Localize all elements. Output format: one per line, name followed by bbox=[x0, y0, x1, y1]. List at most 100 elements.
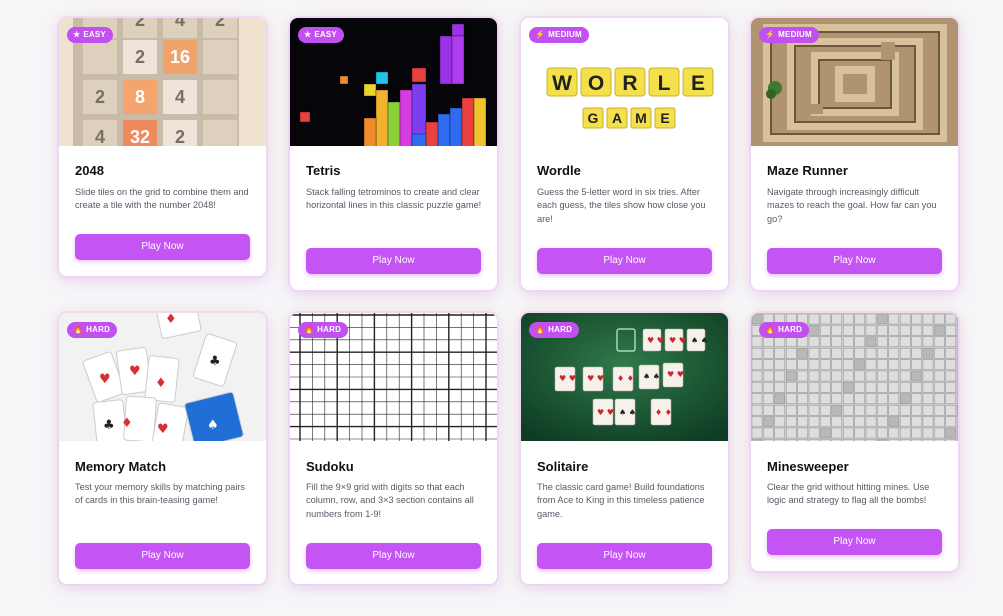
tile-letter: E bbox=[691, 72, 705, 95]
difficulty-badge: 🔥 HARD bbox=[529, 322, 580, 338]
lightning-icon: ⚡ bbox=[535, 30, 546, 39]
play-now-button[interactable]: Play Now bbox=[767, 248, 942, 274]
game-card-solitaire[interactable]: ♥ ♥ ♥ ♥ ♥ ♥ ♥ ♥ ♦ ♦ ♥ ♥ ♦ ♦ ♥ ♥ ♠ ♠ ♠ ♠ ♠ ♠ 🔥 H… bbox=[521, 313, 728, 584]
tile-letter: A bbox=[612, 110, 622, 126]
difficulty-label: HARD bbox=[317, 325, 342, 334]
game-description: Guess the 5-letter word in six tries. Af… bbox=[537, 187, 706, 224]
svg-text:♦: ♦ bbox=[121, 416, 133, 431]
game-thumbnail: ♥ ♥ ♦ ♦ ♥ ♦ ♣ ♣ ♠ 🔥 HARD bbox=[59, 313, 266, 441]
svg-text:♥: ♥ bbox=[99, 372, 111, 387]
difficulty-badge: ★ EASY bbox=[298, 27, 344, 43]
svg-text:♥: ♥ bbox=[157, 422, 169, 437]
tile-text: 2 bbox=[135, 18, 145, 30]
tile-letter: E bbox=[660, 110, 669, 126]
difficulty-label: EASY bbox=[83, 30, 106, 39]
game-thumbnail: 🔥 HARD bbox=[751, 313, 958, 441]
game-title: Minesweeper bbox=[767, 459, 849, 474]
tile-text: 2 bbox=[135, 47, 145, 67]
game-card-sudoku[interactable]: 🔥 HARD Sudoku Fill the 9×9 grid with dig… bbox=[290, 313, 497, 584]
game-title: Maze Runner bbox=[767, 163, 848, 178]
svg-text:♥ ♥: ♥ ♥ bbox=[667, 370, 684, 379]
game-thumbnail: 🔥 HARD bbox=[290, 313, 497, 441]
tile-text: 2 bbox=[175, 127, 185, 146]
game-card-memory-match[interactable]: ♥ ♥ ♦ ♦ ♥ ♦ ♣ ♣ ♠ 🔥 HARD Memory Match Test you… bbox=[59, 313, 266, 584]
game-card-wordle[interactable]: W O R L E G A M E ⚡ MEDIUM Wordle Guess … bbox=[521, 18, 728, 290]
play-now-button[interactable]: Play Now bbox=[75, 234, 250, 260]
play-now-button[interactable]: Play Now bbox=[75, 543, 250, 569]
difficulty-badge: ★ EASY bbox=[67, 27, 113, 43]
tile-text: 16 bbox=[170, 47, 190, 67]
game-description: The classic card game! Build foundations… bbox=[537, 482, 705, 519]
play-now-button[interactable]: Play Now bbox=[537, 543, 712, 569]
tile-text: 4 bbox=[175, 87, 185, 107]
game-card-maze-runner[interactable]: ⚡ MEDIUM Maze Runner Navigate through in… bbox=[751, 18, 958, 290]
lightning-icon: ⚡ bbox=[765, 30, 776, 39]
star-icon: ★ bbox=[304, 30, 312, 39]
svg-text:♦ ♦: ♦ ♦ bbox=[655, 408, 672, 417]
tile-text: 8 bbox=[135, 87, 145, 107]
svg-text:♥ ♥: ♥ ♥ bbox=[559, 374, 576, 383]
play-now-button[interactable]: Play Now bbox=[306, 543, 481, 569]
fire-icon: 🔥 bbox=[765, 325, 776, 334]
tile-text: 2 bbox=[215, 18, 225, 30]
tile-text: 2 bbox=[95, 87, 105, 107]
difficulty-badge: 🔥 HARD bbox=[759, 322, 810, 338]
tile-letter: G bbox=[588, 110, 599, 126]
svg-text:♥: ♥ bbox=[129, 364, 141, 379]
game-card-minesweeper[interactable]: 🔥 HARD Minesweeper Clear the grid withou… bbox=[751, 313, 958, 571]
game-thumbnail: W O R L E G A M E ⚡ MEDIUM bbox=[521, 18, 728, 146]
game-title: 2048 bbox=[75, 163, 104, 178]
svg-text:♥ ♥: ♥ ♥ bbox=[669, 336, 686, 345]
svg-text:♦ ♦: ♦ ♦ bbox=[617, 374, 634, 383]
game-title: Memory Match bbox=[75, 459, 167, 474]
play-now-button[interactable]: Play Now bbox=[537, 248, 712, 274]
game-description: Test your memory skills by matching pair… bbox=[75, 482, 246, 506]
tile-letter: L bbox=[658, 72, 671, 95]
svg-text:♥ ♥: ♥ ♥ bbox=[597, 408, 614, 417]
game-thumbnail: 2 4 2 2 16 2 8 4 4 32 2 ★ EASY bbox=[59, 18, 266, 146]
difficulty-badge: ⚡ MEDIUM bbox=[759, 27, 819, 43]
game-description: Fill the 9×9 grid with digits so that ea… bbox=[306, 482, 474, 519]
difficulty-badge: 🔥 HARD bbox=[298, 322, 349, 338]
difficulty-label: HARD bbox=[778, 325, 803, 334]
game-description: Clear the grid without hitting mines. Us… bbox=[767, 482, 930, 506]
game-title: Wordle bbox=[537, 163, 581, 178]
game-description: Slide tiles on the grid to combine them … bbox=[75, 187, 249, 211]
svg-text:♠ ♠: ♠ ♠ bbox=[691, 336, 708, 345]
game-card-2048[interactable]: 2 4 2 2 16 2 8 4 4 32 2 ★ EASY 2048 Slid… bbox=[59, 18, 266, 276]
game-title: Sudoku bbox=[306, 459, 354, 474]
fire-icon: 🔥 bbox=[304, 325, 315, 334]
svg-text:♥ ♥: ♥ ♥ bbox=[647, 336, 664, 345]
fire-icon: 🔥 bbox=[535, 325, 546, 334]
tile-text: 4 bbox=[175, 18, 185, 30]
tile-letter: W bbox=[552, 72, 572, 95]
play-now-button[interactable]: Play Now bbox=[306, 248, 481, 274]
svg-text:♥ ♥: ♥ ♥ bbox=[587, 374, 604, 383]
game-grid: 2 4 2 2 16 2 8 4 4 32 2 ★ EASY 2048 Slid… bbox=[0, 0, 1003, 616]
difficulty-badge: 🔥 HARD bbox=[67, 322, 118, 338]
difficulty-label: MEDIUM bbox=[548, 30, 582, 39]
svg-text:♣: ♣ bbox=[103, 418, 115, 433]
tile-text: 32 bbox=[130, 127, 150, 146]
tile-text: 4 bbox=[95, 127, 105, 146]
tile-letter: M bbox=[635, 110, 647, 126]
game-thumbnail: ★ EASY bbox=[290, 18, 497, 146]
star-icon: ★ bbox=[73, 30, 81, 39]
difficulty-label: EASY bbox=[314, 30, 337, 39]
difficulty-label: HARD bbox=[548, 325, 573, 334]
difficulty-label: MEDIUM bbox=[778, 30, 812, 39]
game-card-tetris[interactable]: ★ EASY Tetris Stack falling tetrominos t… bbox=[290, 18, 497, 290]
game-thumbnail: ♥ ♥ ♥ ♥ ♥ ♥ ♥ ♥ ♦ ♦ ♥ ♥ ♦ ♦ ♥ ♥ ♠ ♠ ♠ ♠ ♠ ♠ 🔥 H… bbox=[521, 313, 728, 441]
game-title: Solitaire bbox=[537, 459, 589, 474]
svg-text:♠ ♠: ♠ ♠ bbox=[643, 372, 660, 381]
difficulty-label: HARD bbox=[86, 325, 111, 334]
game-thumbnail: ⚡ MEDIUM bbox=[751, 18, 958, 146]
tile-letter: O bbox=[588, 72, 604, 95]
play-now-button[interactable]: Play Now bbox=[767, 529, 942, 555]
game-description: Stack falling tetrominos to create and c… bbox=[306, 187, 482, 211]
fire-icon: 🔥 bbox=[73, 325, 84, 334]
game-description: Navigate through increasingly difficult … bbox=[767, 187, 937, 224]
svg-text:♦: ♦ bbox=[155, 376, 167, 391]
svg-text:♣: ♣ bbox=[209, 354, 221, 369]
tile-letter: R bbox=[622, 72, 637, 95]
